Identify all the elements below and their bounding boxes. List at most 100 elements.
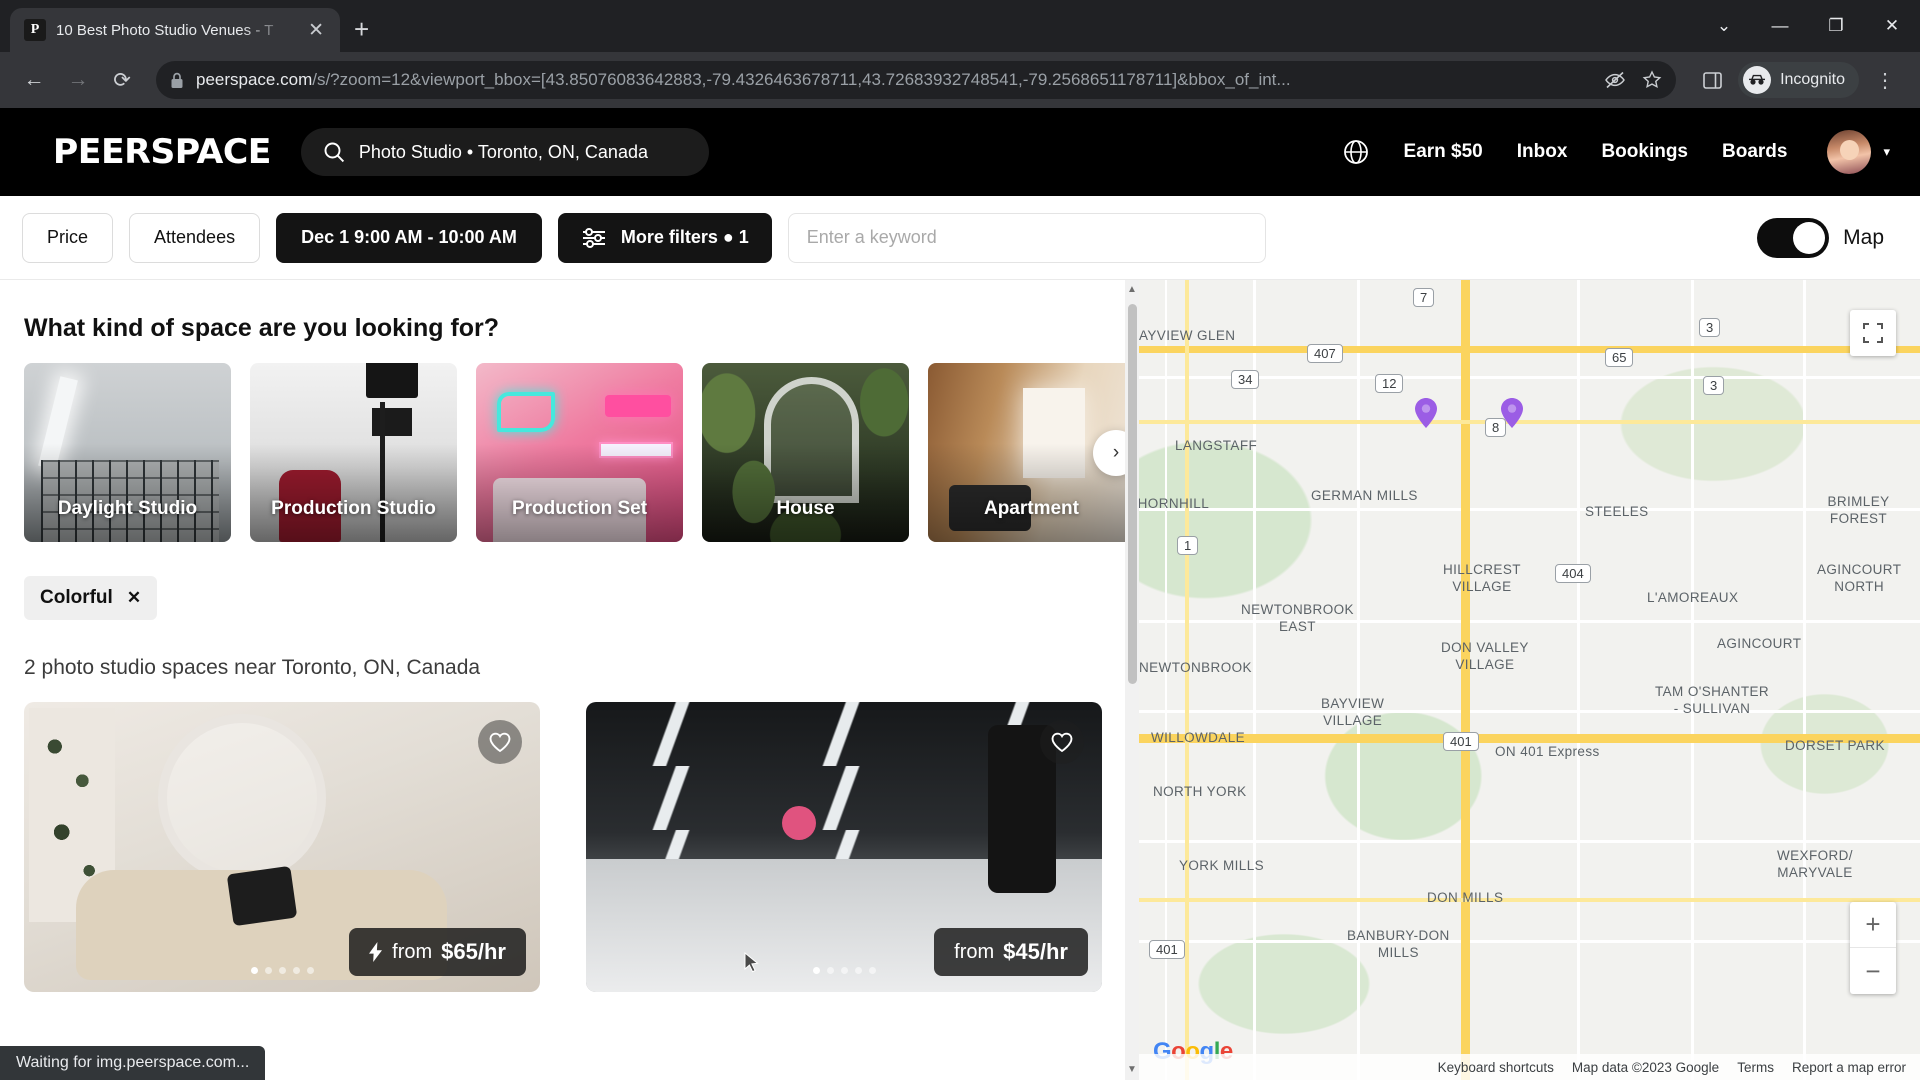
fullscreen-button[interactable] xyxy=(1850,310,1896,356)
category-card-house[interactable]: House xyxy=(702,363,909,542)
price-filter-button[interactable]: Price xyxy=(22,212,114,263)
category-card-production-studio[interactable]: Production Studio xyxy=(250,363,457,542)
remove-chip-icon[interactable]: ✕ xyxy=(127,588,141,608)
map-marker-pin[interactable] xyxy=(1415,398,1437,428)
browser-menu-icon[interactable]: ⋮ xyxy=(1865,68,1906,93)
nav-link-boards[interactable]: Boards xyxy=(1722,141,1787,163)
scroll-down-icon[interactable]: ▼ xyxy=(1125,1062,1139,1078)
price-value: $45/hr xyxy=(1003,939,1068,964)
road xyxy=(1125,710,1920,713)
nav-link-earn[interactable]: Earn $50 xyxy=(1404,141,1483,163)
listing-image[interactable]: from $65/hr xyxy=(24,702,540,992)
map-place-label: NEWTONBROOK EAST xyxy=(1241,602,1354,634)
filter-chip-colorful[interactable]: Colorful ✕ xyxy=(24,576,158,620)
map-place-label: GERMAN MILLS xyxy=(1311,488,1418,503)
scrollbar-thumb[interactable] xyxy=(1128,304,1137,684)
reload-icon[interactable]: ⟳ xyxy=(102,60,142,100)
sliders-icon xyxy=(582,227,605,248)
location-search-value: Photo Studio • Toronto, ON, Canada xyxy=(358,141,648,162)
results-scrollbar[interactable]: ▲ ▼ xyxy=(1125,280,1139,1080)
browser-window: P 10 Best Photo Studio Venues - T ✕ + ⌄ … xyxy=(0,0,1920,1080)
address-bar[interactable]: peerspace.com/s/?zoom=12&viewport_bbox=[… xyxy=(156,61,1677,99)
location-search-input[interactable]: Photo Studio • Toronto, ON, Canada xyxy=(300,128,709,176)
main-split: What kind of space are you looking for? … xyxy=(0,280,1920,1080)
maximize-icon[interactable]: ❐ xyxy=(1808,0,1864,52)
terms-link[interactable]: Terms xyxy=(1737,1060,1774,1075)
site-header: PEERSPACE Photo Studio • Toronto, ON, Ca… xyxy=(0,108,1920,196)
map-toggle-switch[interactable] xyxy=(1757,217,1830,258)
forward-icon[interactable]: → xyxy=(58,60,98,100)
scroll-up-icon[interactable]: ▲ xyxy=(1125,282,1139,298)
toolbar-right: Incognito ⋮ xyxy=(1692,60,1906,100)
map-place-label: AYVIEW GLEN xyxy=(1139,328,1236,343)
road xyxy=(1803,280,1806,1080)
favorite-button[interactable] xyxy=(478,720,522,764)
side-panel-icon[interactable] xyxy=(1692,60,1732,100)
map-place-label: NORTH YORK xyxy=(1153,784,1247,799)
status-bar: Waiting for img.peerspace.com... xyxy=(0,1046,266,1080)
highway-secondary xyxy=(1125,898,1920,902)
map-place-label: STEELES xyxy=(1585,504,1649,519)
chip-label: Colorful xyxy=(40,587,113,608)
nav-link-inbox[interactable]: Inbox xyxy=(1517,141,1568,163)
avatar[interactable] xyxy=(1827,130,1872,174)
category-card-production-set[interactable]: Production Set xyxy=(476,363,683,542)
map-place-label: BANBURY-DON MILLS xyxy=(1347,928,1450,960)
road-shield: 12 xyxy=(1375,374,1404,393)
tab-strip: P 10 Best Photo Studio Venues - T ✕ + ⌄ … xyxy=(0,0,1920,52)
fullscreen-icon xyxy=(1863,323,1883,343)
favorite-button[interactable] xyxy=(1040,720,1084,764)
url-path: /s/?zoom=12&viewport_bbox=[43.8507608364… xyxy=(312,70,1291,89)
attendees-filter-button[interactable]: Attendees xyxy=(129,212,261,263)
listing-card[interactable]: from $45/hr xyxy=(586,702,1102,992)
results-panel: What kind of space are you looking for? … xyxy=(0,280,1125,1080)
keyword-input[interactable] xyxy=(787,212,1266,263)
chevron-down-icon[interactable]: ▾ xyxy=(1883,144,1890,160)
map-place-label: NEWTONBROOK xyxy=(1139,660,1252,675)
carousel-dots[interactable] xyxy=(586,967,1102,974)
report-error-link[interactable]: Report a map error xyxy=(1792,1060,1906,1075)
page-content: PEERSPACE Photo Studio • Toronto, ON, Ca… xyxy=(0,108,1920,1080)
carousel-dots[interactable] xyxy=(24,967,540,974)
new-tab-button[interactable]: + xyxy=(340,12,383,52)
globe-icon[interactable] xyxy=(1342,138,1370,166)
incognito-indicator[interactable]: Incognito xyxy=(1738,62,1859,98)
bolt-icon xyxy=(369,942,383,962)
listing-image[interactable]: from $45/hr xyxy=(586,702,1102,992)
zoom-in-button[interactable]: + xyxy=(1850,902,1896,948)
minimize-icon[interactable]: — xyxy=(1752,0,1808,52)
account-menu[interactable]: ▾ xyxy=(1827,130,1890,174)
map-place-label: TAM O'SHANTER - SULLIVAN xyxy=(1655,684,1770,716)
date-time-filter-button[interactable]: Dec 1 9:00 AM - 10:00 AM xyxy=(276,212,542,263)
browser-toolbar: ← → ⟳ peerspace.com/s/?zoom=12&viewport_… xyxy=(0,52,1920,108)
category-label: Daylight Studio xyxy=(57,498,198,519)
highway-404 xyxy=(1461,280,1470,1080)
peerspace-logo[interactable]: PEERSPACE xyxy=(53,132,272,172)
category-card-daylight-studio[interactable]: Daylight Studio xyxy=(24,363,231,542)
toggle-knob xyxy=(1793,221,1826,254)
price-prefix: from xyxy=(954,940,995,963)
road-shield: 401 xyxy=(1443,732,1479,751)
decor-hanging-chair xyxy=(158,713,327,882)
map-place-label: LANGSTAFF xyxy=(1175,438,1258,453)
bookmark-star-icon[interactable] xyxy=(1642,70,1662,90)
eye-off-icon[interactable] xyxy=(1604,70,1626,90)
minimize-to-tray-icon[interactable]: ⌄ xyxy=(1696,0,1752,52)
close-tab-icon[interactable]: ✕ xyxy=(302,18,330,43)
heart-icon xyxy=(1051,732,1073,753)
zoom-out-button[interactable]: − xyxy=(1850,948,1896,994)
nav-link-bookings[interactable]: Bookings xyxy=(1601,141,1688,163)
map-attribution: Map data ©2023 Google xyxy=(1571,1059,1720,1075)
keyboard-shortcuts-link[interactable]: Keyboard shortcuts xyxy=(1438,1060,1554,1075)
map-panel[interactable]: DOWNTOWN MARKHAMAYVIEW GLENLANGSTAFFTHOR… xyxy=(1125,280,1920,1080)
category-carousel: Daylight Studio Production Studio Produc… xyxy=(24,363,1125,542)
browser-tab[interactable]: P 10 Best Photo Studio Venues - T ✕ xyxy=(10,8,340,52)
close-window-icon[interactable]: ✕ xyxy=(1864,0,1920,52)
map-marker-pin[interactable] xyxy=(1501,398,1523,428)
back-icon[interactable]: ← xyxy=(14,60,54,100)
highway-secondary xyxy=(1185,280,1189,1080)
road xyxy=(1253,280,1256,1080)
omnibox-actions xyxy=(1590,70,1662,90)
listing-card[interactable]: from $65/hr xyxy=(24,702,540,992)
more-filters-button[interactable]: More filters ● 1 xyxy=(557,212,772,263)
